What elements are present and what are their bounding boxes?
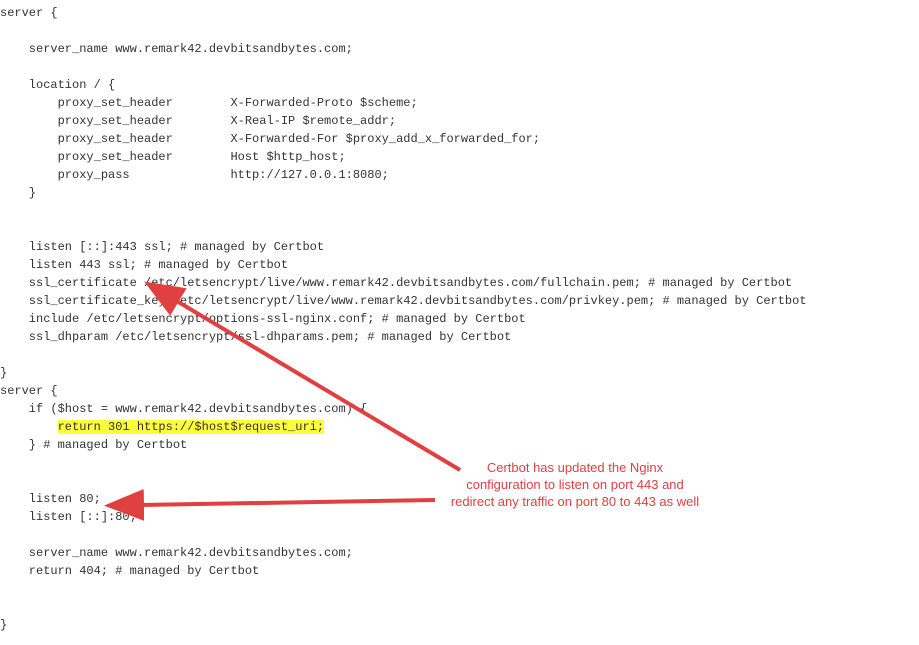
code-block: server { server_name www.remark42.devbit… (0, 4, 807, 634)
annotation-text: Certbot has updated the Nginx configurat… (445, 460, 705, 511)
code-line: ssl_dhparam /etc/letsencrypt/ssl-dhparam… (0, 330, 511, 344)
highlighted-return-statement: return 301 https://$host$request_uri; (58, 420, 324, 434)
code-line: if ($host = www.remark42.devbitsandbytes… (0, 402, 367, 416)
annotation-line: configuration to listen on port 443 and (445, 477, 705, 494)
code-line: listen [::]:80; (0, 510, 137, 524)
code-line: } # managed by Certbot (0, 438, 187, 452)
code-line: listen 80; (0, 492, 101, 506)
code-line: include /etc/letsencrypt/options-ssl-ngi… (0, 312, 526, 326)
code-line: server_name www.remark42.devbitsandbytes… (0, 546, 353, 560)
code-line: listen [::]:443 ssl; # managed by Certbo… (0, 240, 324, 254)
code-line: proxy_set_header X-Forwarded-Proto $sche… (0, 96, 418, 110)
annotation-line: redirect any traffic on port 80 to 443 a… (445, 494, 705, 511)
nginx-config-code: server { server_name www.remark42.devbit… (0, 0, 807, 634)
code-line-highlighted: return 301 https://$host$request_uri; (0, 420, 324, 434)
code-line: } (0, 366, 7, 380)
code-line: return 404; # managed by Certbot (0, 564, 259, 578)
code-line: proxy_pass http://127.0.0.1:8080; (0, 168, 389, 182)
code-line: proxy_set_header Host $http_host; (0, 150, 346, 164)
code-line: server { (0, 6, 58, 20)
code-line: } (0, 186, 36, 200)
code-line: server_name www.remark42.devbitsandbytes… (0, 42, 353, 56)
code-line: listen 443 ssl; # managed by Certbot (0, 258, 288, 272)
code-line: proxy_set_header X-Real-IP $remote_addr; (0, 114, 396, 128)
annotation-line: Certbot has updated the Nginx (445, 460, 705, 477)
code-line: server { (0, 384, 58, 398)
code-line: ssl_certificate /etc/letsencrypt/live/ww… (0, 276, 792, 290)
code-line: ssl_certificate_key /etc/letsencrypt/liv… (0, 294, 807, 308)
code-line: } (0, 618, 7, 632)
code-line: proxy_set_header X-Forwarded-For $proxy_… (0, 132, 540, 146)
code-line: location / { (0, 78, 115, 92)
